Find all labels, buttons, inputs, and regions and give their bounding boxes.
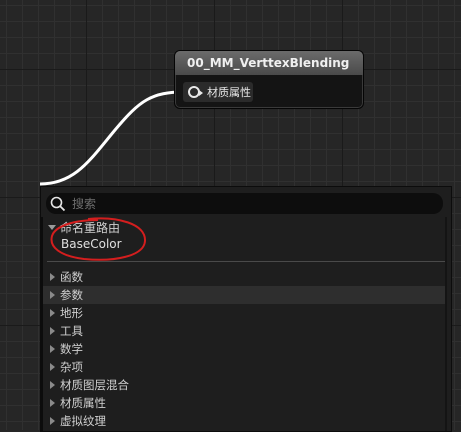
search-icon	[50, 196, 66, 212]
category-named-reroute[interactable]: 命名重路由	[48, 219, 120, 236]
category-label: 数学	[60, 342, 83, 356]
category-item[interactable]: 工具	[43, 322, 447, 340]
search-input[interactable]	[72, 193, 432, 214]
category-item[interactable]: 材质图层混合	[43, 376, 447, 394]
material-node[interactable]: 00_MM_VerttexBlending 材质属性	[174, 50, 364, 109]
category-label: 地形	[60, 306, 83, 320]
collapsed-arrow-icon[interactable]	[50, 291, 55, 299]
category-label: 材质图层混合	[60, 378, 129, 392]
scrollbar[interactable]	[445, 217, 447, 431]
category-item[interactable]: 材质属性	[43, 394, 447, 412]
category-label: 杂项	[60, 360, 83, 374]
menu-item-basecolor[interactable]: BaseColor	[61, 237, 122, 251]
search-box[interactable]	[46, 193, 443, 214]
pin-label: 材质属性	[207, 86, 251, 99]
collapsed-arrow-icon[interactable]	[50, 273, 55, 281]
category-label: 工具	[60, 324, 83, 338]
category-label: 材质属性	[60, 396, 106, 410]
expanded-arrow-icon[interactable]	[48, 225, 56, 230]
collapsed-arrow-icon[interactable]	[50, 363, 55, 371]
separator	[47, 261, 445, 262]
context-menu: 命名重路由 BaseColor 函数 参数 地形 工具 数学 杂项 材质图层混合…	[40, 186, 452, 432]
node-title: 00_MM_VerttexBlending	[175, 51, 363, 75]
collapsed-arrow-icon[interactable]	[50, 399, 55, 407]
menu-content: 命名重路由 BaseColor 函数 参数 地形 工具 数学 杂项 材质图层混合…	[41, 217, 447, 431]
output-pin-icon[interactable]	[188, 86, 203, 98]
category-item[interactable]: 参数	[43, 286, 447, 304]
collapsed-arrow-icon[interactable]	[50, 309, 55, 317]
category-item[interactable]: 数学	[43, 340, 447, 358]
category-list: 函数 参数 地形 工具 数学 杂项 材质图层混合 材质属性 虚拟纹理	[43, 268, 447, 430]
category-label: 命名重路由	[60, 221, 121, 235]
category-item[interactable]: 虚拟纹理	[43, 412, 447, 430]
category-item[interactable]: 函数	[43, 268, 447, 286]
category-item[interactable]: 地形	[43, 304, 447, 322]
collapsed-arrow-icon[interactable]	[50, 417, 55, 425]
category-label: 虚拟纹理	[60, 414, 106, 428]
category-label: 参数	[60, 288, 83, 302]
collapsed-arrow-icon[interactable]	[50, 345, 55, 353]
category-label: 函数	[60, 270, 83, 284]
category-item[interactable]: 杂项	[43, 358, 447, 376]
collapsed-arrow-icon[interactable]	[50, 327, 55, 335]
collapsed-arrow-icon[interactable]	[50, 381, 55, 389]
output-pin[interactable]: 材质属性	[183, 82, 253, 102]
